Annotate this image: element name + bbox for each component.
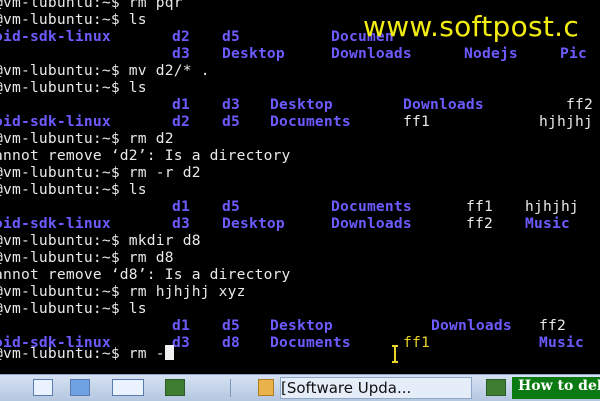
dir-entry: d5 — [222, 317, 240, 334]
software-updater-icon — [258, 379, 274, 396]
mouse-ibeam-cursor-icon — [392, 345, 398, 363]
taskbar: [Software Upda... How to del — [0, 374, 600, 401]
terminal-input-line[interactable]: @vm-lubuntu:~$ rm - — [0, 345, 174, 362]
dir-entry: Desktop — [222, 45, 285, 62]
dir-entry: oid-sdk-linux — [0, 113, 111, 130]
file-entry: ff1 — [403, 113, 430, 130]
dir-entry: Nodejs — [464, 45, 518, 62]
terminal-line: @vm-lubuntu:~$ rm pqr — [0, 0, 183, 11]
terminal-line: @vm-lubuntu:~$ ls — [0, 79, 147, 96]
file-entry: ff2 — [539, 317, 566, 334]
file-manager-icon[interactable] — [70, 379, 90, 396]
terminal-line: @vm-lubuntu:~$ ls — [0, 181, 147, 198]
terminal-window[interactable]: @vm-lubuntu:~$ rm pqr @vm-lubuntu:~$ ls … — [0, 0, 600, 374]
dir-entry: Documents — [270, 334, 351, 351]
show-desktop-icon[interactable] — [33, 379, 53, 396]
dir-entry: d3 — [172, 45, 190, 62]
dir-entry: d1 — [172, 198, 190, 215]
dir-entry: d3 — [172, 215, 190, 232]
file-entry: ff1 — [466, 198, 493, 215]
terminal-window-icon[interactable] — [486, 379, 506, 396]
dir-entry: Music — [525, 215, 570, 232]
terminal-error: annot remove ‘d2’: Is a directory — [0, 147, 291, 164]
dir-entry: d3 — [222, 96, 240, 113]
dir-entry: Downloads — [331, 45, 412, 62]
terminal-line: @vm-lubuntu:~$ rm d8 — [0, 249, 174, 266]
video-title-text: How to del — [518, 378, 600, 394]
dir-entry: d2 — [172, 28, 190, 45]
dir-entry: oid-sdk-linux — [0, 215, 111, 232]
dir-entry: d5 — [222, 198, 240, 215]
video-title-banner: How to del — [512, 377, 600, 399]
dir-entry: d1 — [172, 317, 190, 334]
dir-entry: Documents — [270, 113, 351, 130]
dir-entry: Desktop — [222, 215, 285, 232]
terminal-error: annot remove ‘d8’: Is a directory — [0, 266, 291, 283]
window-icon[interactable] — [112, 379, 144, 396]
dir-entry: Documents — [331, 198, 412, 215]
taskbar-separator — [230, 379, 231, 397]
terminal-line: @vm-lubuntu:~$ rm hjhjhj xyz — [0, 283, 246, 300]
terminal-line: @vm-lubuntu:~$ ls — [0, 300, 147, 317]
file-entry: hjhjhj — [525, 198, 579, 215]
file-entry: hjhjhj — [539, 113, 593, 130]
terminal-line: @vm-lubuntu:~$ rm d2 — [0, 130, 174, 147]
dir-entry: d1 — [172, 96, 190, 113]
terminal-ls-output: oid-sdk-linux d3 Desktop Downloads ff2 Music — [0, 215, 570, 232]
dir-entry: Downloads — [431, 317, 512, 334]
dir-entry: d3 — [172, 334, 190, 351]
terminal-ls-output: oid-sdk-linux d2 d5 Documen — [0, 28, 394, 45]
dir-entry: d2 — [172, 113, 190, 130]
terminal-line: @vm-lubuntu:~$ mkdir d8 — [0, 232, 201, 249]
dir-entry: Desktop — [270, 96, 333, 113]
taskbar-window-software-updater[interactable]: [Software Upda... — [280, 377, 472, 399]
file-entry: ff2 — [566, 96, 593, 113]
terminal-line: @vm-lubuntu:~$ mv d2/* . — [0, 62, 210, 79]
dir-entry: Pic — [560, 45, 587, 62]
terminal-line: @vm-lubuntu:~$ ls — [0, 11, 147, 28]
watermark: www.softpost.c — [363, 10, 580, 43]
command-input[interactable]: rm - — [120, 345, 165, 362]
dir-entry: d5 — [222, 28, 240, 45]
dir-entry: oid-sdk-linux — [0, 28, 111, 45]
dir-entry: Downloads — [403, 96, 484, 113]
dir-entry: Desktop — [270, 317, 333, 334]
dir-entry: d5 — [222, 113, 240, 130]
terminal-app-icon[interactable] — [165, 379, 185, 396]
text-cursor — [164, 345, 174, 360]
dir-entry: Music — [539, 334, 584, 351]
file-entry: ff1 — [403, 334, 430, 351]
dir-entry: d8 — [222, 334, 240, 351]
terminal-ls-output: oid-sdk-linux d2 d5 Documents ff1 hjhjhj — [0, 113, 593, 130]
dir-entry: Downloads — [331, 215, 412, 232]
file-entry: ff2 — [466, 215, 493, 232]
terminal-line: @vm-lubuntu:~$ rm -r d2 — [0, 164, 201, 181]
